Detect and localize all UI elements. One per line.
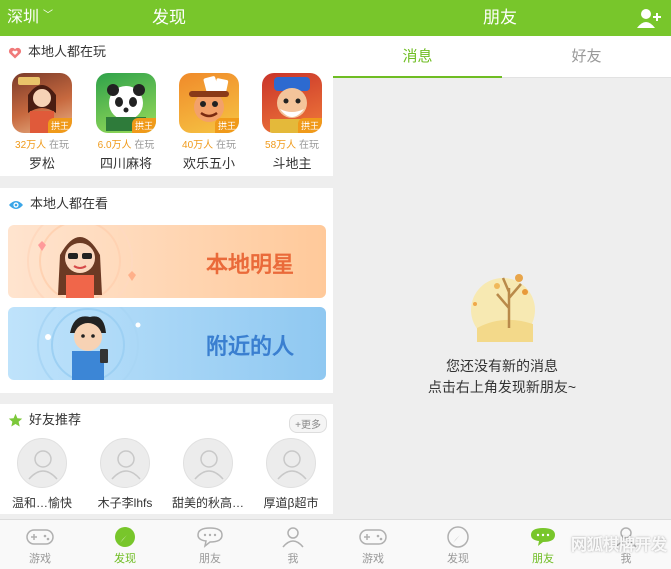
avatar [183, 438, 233, 488]
friend-recommendations-section: 好友推荐 +更多 温和…愉快 木子李lhfs 甜美的秋高… 厚道β超市 [0, 404, 333, 514]
friend-name: 甜美的秋高… [171, 496, 244, 510]
local-stars-banner[interactable]: 本地明星 [8, 225, 326, 298]
bottom-tab-bar: 游戏 发现 朋友 我 [0, 519, 333, 569]
message-friend-segment: 消息 好友 [333, 36, 671, 78]
local-games-section: 本地人都在玩 拱王 32万人 在玩 罗松 拱王 6.0万人 在玩 四川麻将 拱王… [0, 36, 333, 176]
tab-discover[interactable]: 发现 [428, 526, 488, 566]
more-label: 更多 [301, 420, 321, 431]
recommended-friend[interactable]: 温和…愉快 [2, 438, 82, 511]
tab-label: 游戏 [29, 553, 51, 565]
tab-messages[interactable]: 消息 [333, 36, 502, 78]
empty-state-title: 您还没有新的消息 [446, 358, 558, 374]
top-bar: 深圳 ﹀ 发现 [0, 0, 333, 36]
nearby-people-banner[interactable]: 附近的人 [8, 307, 326, 380]
autumn-tree-illustration [471, 274, 535, 342]
avatar [266, 438, 316, 488]
more-button[interactable]: +更多 [289, 414, 327, 433]
game-tag: 拱王 [214, 118, 239, 133]
game-icon: 拱王 [179, 73, 239, 133]
empty-state-hint: 点击右上角发现新朋友~ [427, 379, 577, 395]
count-suffix: 在玩 [134, 140, 155, 151]
add-friend-icon[interactable] [637, 7, 661, 29]
count-suffix: 在玩 [298, 140, 319, 151]
girl-illustration [27, 225, 136, 298]
player-count: 58万人 [265, 140, 297, 151]
banner-label: 附近的人 [206, 334, 295, 359]
tab-label: 发现 [447, 553, 469, 565]
player-count: 40万人 [182, 140, 214, 151]
tab-label: 朋友 [199, 553, 221, 565]
game-tag: 拱王 [47, 118, 72, 133]
watermark: 网狐棋牌开发 [570, 537, 667, 554]
section-header: 本地人都在看 [8, 194, 108, 214]
tab-friends[interactable]: 朋友 [180, 526, 240, 566]
tab-label: 游戏 [362, 553, 384, 565]
local-watching-section: 本地人都在看 本地明星 附近的人 [0, 188, 333, 393]
city-label: 深圳 [7, 9, 40, 27]
section-header: 好友推荐 [8, 410, 81, 430]
user-icon [282, 527, 304, 548]
boy-illustration [37, 307, 141, 380]
avatar [17, 438, 67, 488]
gamepad-icon [359, 529, 387, 545]
tab-games[interactable]: 游戏 [343, 526, 403, 566]
compass-icon [447, 526, 469, 548]
game-name: 欢乐五小 [182, 156, 235, 171]
page-title: 发现 [152, 8, 186, 27]
game-item-huanle-wuxiao[interactable]: 拱王 40万人 在玩 欢乐五小 [177, 73, 241, 172]
game-item-sichuan-mahjong[interactable]: 拱王 6.0万人 在玩 四川麻将 [94, 73, 158, 172]
tab-friends[interactable]: 朋友 [513, 526, 573, 566]
chat-bubble-icon [197, 527, 223, 548]
friend-name: 木子李lhfs [97, 496, 153, 510]
eye-icon [9, 200, 23, 209]
game-tag: 拱王 [297, 118, 322, 133]
tab-games[interactable]: 游戏 [10, 526, 70, 566]
discover-screen: 深圳 ﹀ 发现 本地人都在玩 拱王 32万人 在玩 罗松 拱王 6.0万人 在玩 … [0, 0, 333, 569]
tab-friend-list[interactable]: 好友 [502, 36, 671, 78]
tab-label: 发现 [114, 553, 136, 565]
game-name: 罗松 [28, 156, 55, 171]
game-name: 斗地主 [272, 156, 312, 171]
recommended-friend[interactable]: 甜美的秋高… [168, 438, 248, 511]
chevron-down-icon: ﹀ [43, 10, 54, 21]
chat-bubble-icon [531, 528, 555, 546]
friend-name: 厚道β超市 [263, 496, 319, 510]
banner-label: 本地明星 [206, 252, 295, 277]
gamepad-icon [26, 529, 54, 545]
recommended-friend[interactable]: 木子李lhfs [85, 438, 165, 511]
game-item-luosong[interactable]: 拱王 32万人 在玩 罗松 [10, 73, 74, 172]
section-title: 好友推荐 [29, 412, 82, 427]
player-count: 6.0万人 [97, 140, 132, 151]
compass-icon [115, 527, 135, 547]
game-icon: 拱王 [12, 73, 72, 133]
tab-me[interactable]: 我 [263, 526, 323, 566]
recommended-friend[interactable]: 厚道β超市 [251, 438, 331, 511]
section-header: 本地人都在玩 [8, 42, 106, 62]
game-name: 四川麻将 [99, 156, 152, 171]
avatar [100, 438, 150, 488]
heart-icon [8, 47, 22, 59]
tab-label: 我 [287, 553, 299, 565]
top-bar: 朋友 [333, 0, 671, 36]
section-title: 本地人都在看 [30, 196, 109, 211]
city-selector[interactable]: 深圳 ﹀ [7, 0, 53, 36]
game-item-doudizhu[interactable]: 拱王 58万人 在玩 斗地主 [260, 73, 324, 172]
count-suffix: 在玩 [215, 140, 236, 151]
friend-name: 温和…愉快 [11, 496, 72, 510]
player-count: 32万人 [15, 140, 47, 151]
game-tag: 拱王 [131, 118, 156, 133]
friends-screen: 朋友 消息 好友 您还没有新的消息 点击右上角发现新朋友~ 游戏 发现 朋友 我… [333, 0, 671, 569]
page-title: 朋友 [483, 8, 517, 27]
tab-label: 朋友 [532, 553, 554, 565]
tab-discover[interactable]: 发现 [95, 526, 155, 566]
star-icon [8, 413, 23, 427]
section-title: 本地人都在玩 [28, 44, 107, 59]
game-icon: 拱王 [262, 73, 322, 133]
count-suffix: 在玩 [48, 140, 69, 151]
game-icon: 拱王 [96, 73, 156, 133]
